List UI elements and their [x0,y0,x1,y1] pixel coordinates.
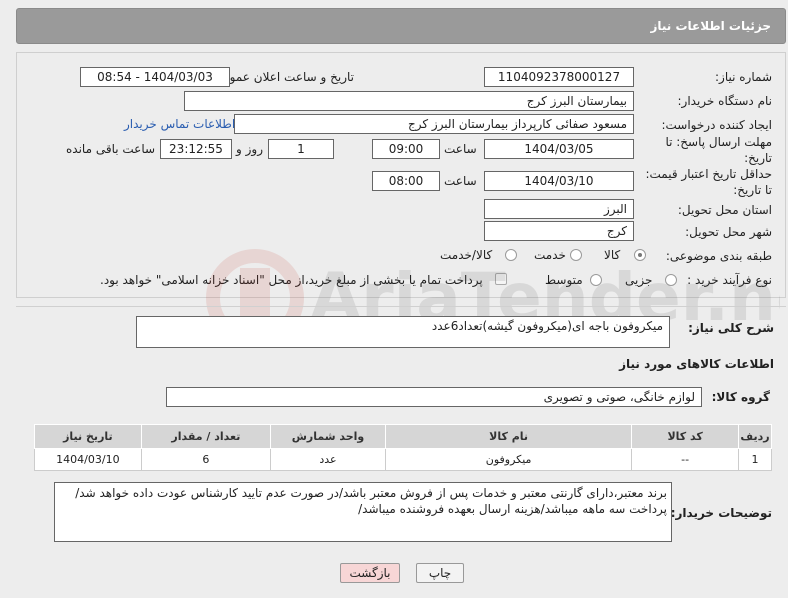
deadline-time-label: ساعت [444,142,477,156]
category-label: طبقه بندی موضوعی: [665,249,772,263]
table-row: 1 -- میکروفون عدد 6 1404/03/10 [34,448,773,471]
goods-group-field: لوازم خانگی، صوتی و تصویری [166,387,702,407]
col-code: کد کالا [631,424,739,449]
deadline-days-field: 1 [268,139,334,159]
buyer-notes-label: توضیحات خریدار: [670,506,772,520]
col-date: تاریخ نیاز [34,424,142,449]
category-both-radio[interactable] [505,249,517,261]
category-service-radio[interactable] [570,249,582,261]
process-label: نوع فرآیند خرید : [687,273,772,287]
announce-label: تاریخ و ساعت اعلان عمومی: [209,70,354,84]
col-row: ردیف [737,424,773,449]
page-header: جزئیات اطلاعات نیاز [16,8,786,44]
buyer-notes-field: برند معتبر،دارای گارنتی معتبر و خدمات پس… [54,482,672,542]
buyer-field: بیمارستان البرز کرج [184,91,634,111]
city-field: کرج [484,221,634,241]
days-label: روز و [236,142,263,156]
need-number-label: شماره نیاز: [715,70,772,84]
col-name: نام کالا [384,424,633,449]
buyer-label: نام دستگاه خریدار: [677,94,773,108]
print-button[interactable]: چاپ [416,563,464,583]
process-medium-radio[interactable] [590,274,602,286]
category-goods-radio[interactable] [634,249,646,261]
col-qty: تعداد / مقدار [140,424,272,449]
creator-label: ایجاد کننده درخواست: [661,118,772,132]
cell-code: -- [631,448,739,471]
description-field: میکروفون باجه ای(میکروفون گیشه)تعداد6عدد [136,316,670,348]
process-minor-label: جزیی [625,273,653,287]
page-title: جزئیات اطلاعات نیاز [650,19,771,33]
goods-table-header: ردیف کد کالا نام کالا واحد شمارش تعداد /… [34,424,773,449]
goods-section-title: اطلاعات کالاهای مورد نیاز [619,357,774,371]
city-label: شهر محل تحویل: [685,225,772,239]
process-minor-radio[interactable] [665,274,677,286]
treasury-payment-checkbox[interactable] [495,273,507,285]
creator-field: مسعود صفائی کارپرداز بیمارستان البرز کرج [234,114,634,134]
cell-qty: 6 [140,448,272,471]
price-time-field: 08:00 [372,171,440,191]
deadline-time-field: 09:00 [372,139,440,159]
cell-unit: عدد [270,448,386,471]
remaining-time-field: 23:12:55 [160,139,232,159]
price-validity-label: حداقل تاریخ اعتبار قیمت: تا تاریخ: [645,167,772,197]
cell-date: 1404/03/10 [34,448,142,471]
need-number-field: 1104092378000127 [484,67,634,87]
divider [16,306,786,307]
contact-info-link[interactable]: اطلاعات تماس خریدار [124,117,235,131]
remaining-label: ساعت باقی مانده [66,142,156,156]
process-medium-label: متوسط [545,273,583,287]
category-goods-label: کالا [604,248,621,262]
goods-group-label: گروه کالا: [711,390,770,404]
deadline-date-field: 1404/03/05 [484,139,634,159]
treasury-payment-note: پرداخت تمام یا بخشی از مبلغ خرید،از محل … [100,273,483,287]
category-both-label: کالا/خدمت [440,248,493,262]
price-date-field: 1404/03/10 [484,171,634,191]
cell-name: میکروفون [384,448,633,471]
category-service-label: خدمت [534,248,566,262]
province-label: استان محل تحویل: [677,203,772,217]
announce-field: 1404/03/03 - 08:54 [80,67,230,87]
cell-row: 1 [737,448,773,471]
goods-table: ردیف کد کالا نام کالا واحد شمارش تعداد /… [34,424,773,471]
province-field: البرز [484,199,634,219]
back-button[interactable]: بازگشت [340,563,400,583]
description-label: شرح کلی نیاز: [688,321,774,335]
price-time-label: ساعت [444,174,477,188]
deadline-label: مهلت ارسال پاسخ: تا تاریخ: [665,135,772,165]
col-unit: واحد شمارش [270,424,386,449]
